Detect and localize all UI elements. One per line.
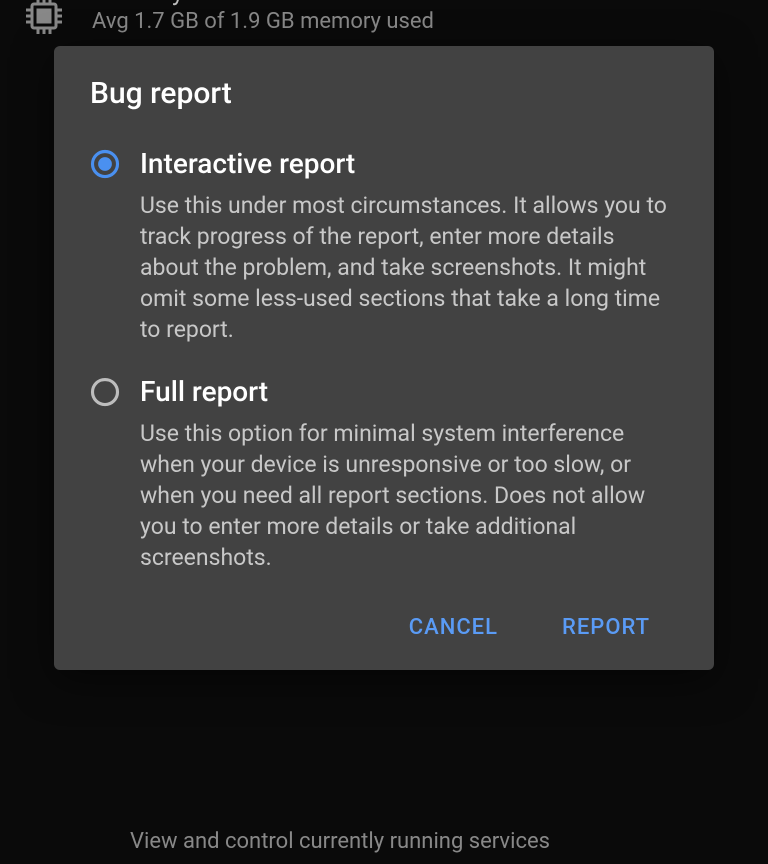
option-interactive-report[interactable]: Interactive report Use this under most c…: [90, 147, 678, 345]
radio-unselected-icon: [90, 377, 120, 407]
dialog-actions: CANCEL REPORT: [90, 603, 678, 652]
cancel-button[interactable]: CANCEL: [391, 603, 516, 652]
option-title: Interactive report: [140, 147, 678, 180]
report-button[interactable]: REPORT: [544, 603, 668, 652]
dialog-overlay: Bug report Interactive report Use this u…: [0, 0, 768, 864]
radio-selected-icon: [90, 149, 120, 179]
option-full-report[interactable]: Full report Use this option for minimal …: [90, 375, 678, 573]
dialog-title: Bug report: [90, 76, 678, 111]
option-description: Use this under most circumstances. It al…: [140, 190, 678, 345]
option-description: Use this option for minimal system inter…: [140, 418, 678, 573]
bug-report-dialog: Bug report Interactive report Use this u…: [54, 46, 714, 670]
option-title: Full report: [140, 375, 678, 408]
